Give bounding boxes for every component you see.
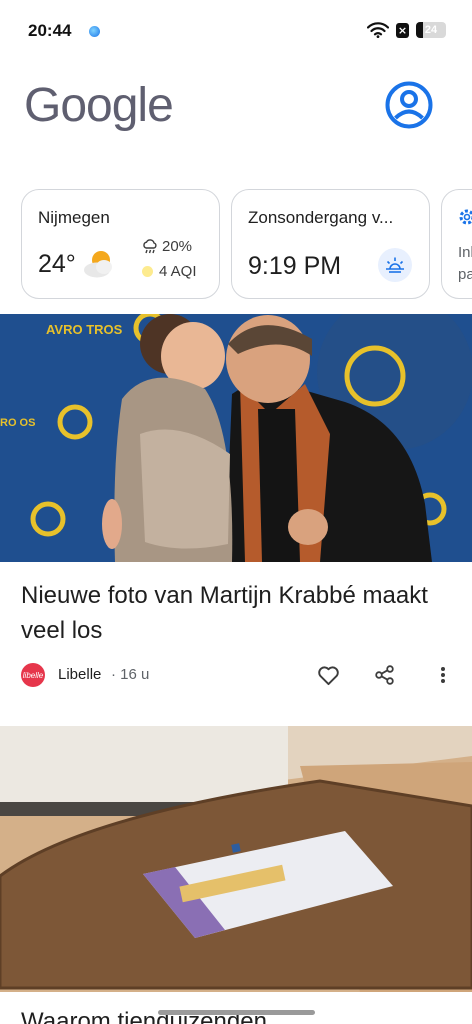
precipitation-value: 20%	[162, 238, 193, 255]
settings-icon	[459, 209, 472, 225]
like-button[interactable]	[315, 662, 341, 688]
account-circle-icon[interactable]	[384, 80, 434, 130]
aqi-value: 4 AQI	[159, 263, 197, 280]
sunset-card[interactable]: Zonsondergang v... 9:19 PM	[231, 189, 430, 299]
sunset-time: 9:19 PM	[248, 252, 342, 280]
precipitation-row: 20%	[142, 238, 192, 255]
sunset-icon	[386, 257, 404, 273]
home-indicator[interactable]	[158, 1010, 315, 1015]
info-card[interactable]: Inl pa	[441, 189, 472, 299]
status-icons: × 24	[367, 22, 446, 38]
article-image-couple[interactable]: AVRO TROS RO OS	[0, 314, 472, 562]
info-card-line-2: pa	[458, 266, 472, 283]
article-source-row: libelle Libelle · 16 u	[21, 662, 451, 688]
heart-icon	[317, 665, 339, 685]
glance-cards: Nijmegen 24° 20% 4 AQI Zonsondergang v..…	[21, 189, 472, 299]
aqi-dot-icon	[142, 266, 153, 277]
info-card-line-1: Inl	[458, 244, 472, 261]
article-age: · 16 u	[111, 666, 150, 683]
backdrop-logo-text-2: RO OS	[0, 417, 35, 429]
info-card-text: Inl pa	[458, 242, 472, 286]
rain-cloud-icon	[143, 238, 157, 253]
sunset-title: Zonsondergang v...	[248, 208, 394, 227]
more-vert-icon	[441, 667, 445, 683]
libelle-logo-icon: libelle	[21, 663, 45, 687]
status-time: 20:44	[28, 21, 72, 40]
wifi-icon	[367, 22, 389, 38]
share-icon	[375, 665, 394, 685]
share-button[interactable]	[372, 662, 398, 688]
battery-level: 24	[424, 24, 438, 36]
google-logo[interactable]: Google	[24, 78, 174, 133]
more-options-button[interactable]	[430, 662, 456, 688]
article-image-doormat[interactable]	[0, 726, 472, 992]
battery-icon: 24	[416, 22, 446, 38]
source-name[interactable]: Libelle	[58, 666, 101, 683]
weather-temperature: 24°	[38, 250, 76, 278]
battery-fill	[416, 22, 424, 38]
backdrop-logo-text-1: AVRO TROS	[46, 322, 123, 337]
sunset-badge	[378, 248, 412, 282]
weather-city: Nijmegen	[38, 208, 110, 227]
status-bar: 20:44 × 24	[0, 0, 472, 62]
weather-card[interactable]: Nijmegen 24° 20% 4 AQI	[21, 189, 220, 299]
aqi-row: 4 AQI	[142, 263, 197, 280]
app-notification-icon	[89, 26, 100, 37]
partly-cloudy-icon	[84, 251, 112, 278]
no-sim-icon: ×	[396, 22, 409, 38]
article-headline[interactable]: Nieuwe foto van Martijn Krabbé maakt vee…	[21, 578, 451, 648]
